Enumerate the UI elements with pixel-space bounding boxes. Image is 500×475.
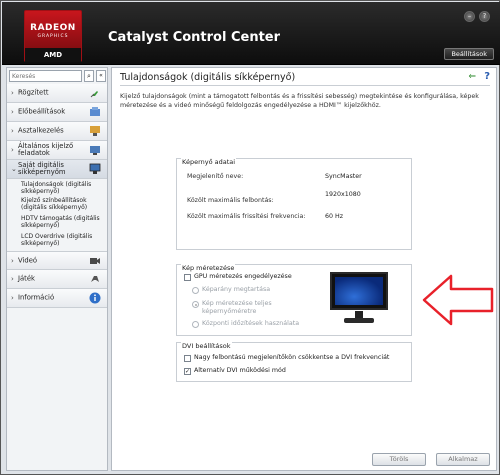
- keep-aspect-radio[interactable]: [192, 287, 199, 294]
- info-icon: [89, 292, 101, 304]
- page-title: Tulajdonságok (digitális síkképernyő): [120, 72, 296, 83]
- sub-item-properties[interactable]: Tulajdonságok (digitális síkképernyő): [21, 181, 105, 195]
- apply-button[interactable]: Alkalmaz: [436, 453, 490, 466]
- sidebar-item-flat-panel[interactable]: ⌄ Saját digitális síkképernyőm: [7, 160, 107, 179]
- logo-line2: GRAPHICS: [37, 34, 69, 39]
- alternate-dvi-label: Alternatív DVI működési mód: [194, 367, 286, 374]
- full-screen-radio[interactable]: [192, 301, 199, 308]
- help-icon[interactable]: ?: [484, 71, 490, 82]
- pin-icon: [90, 91, 98, 98]
- search-icon[interactable]: ⌕: [84, 70, 94, 82]
- app-header: RADEON GRAPHICS AMD Catalyst Control Cen…: [2, 2, 500, 65]
- display-name-label: Megjelenítő neve:: [187, 173, 244, 180]
- desktop-icon: [90, 126, 100, 136]
- app-title: Catalyst Control Center: [108, 30, 281, 45]
- search-bar: ⌕ «: [9, 70, 106, 82]
- sub-item-color[interactable]: Kijelző színbeállítások (digitális síkké…: [21, 197, 105, 211]
- sub-item-lcd-overdrive[interactable]: LCD Overdrive (digitális síkképernyő): [21, 233, 105, 247]
- sidebar-item-label: Videó: [18, 256, 38, 264]
- chevron-right-icon: ›: [11, 146, 14, 154]
- logo-line3: AMD: [25, 48, 81, 62]
- collapse-sidebar-icon[interactable]: «: [96, 70, 106, 82]
- sidebar-item-desktop[interactable]: › Asztalkezelés: [7, 122, 107, 141]
- pin-icon[interactable]: ⇐: [468, 72, 476, 82]
- flat-panel-icon: [89, 163, 101, 174]
- max-refresh-value: 60 Hz: [325, 213, 344, 220]
- max-resolution-value: 1920x1080: [325, 191, 361, 198]
- gpu-scaling-label: GPU méretezés engedélyezése: [194, 273, 292, 280]
- chevron-right-icon: ›: [11, 294, 14, 302]
- display-name-value: SyncMaster: [325, 173, 362, 180]
- chevron-right-icon: ›: [11, 256, 14, 265]
- radeon-logo: RADEON GRAPHICS AMD: [24, 10, 82, 62]
- gaming-icon: [91, 276, 99, 282]
- gpu-scaling-checkbox[interactable]: [184, 274, 191, 281]
- center-timing-radio[interactable]: [192, 321, 199, 328]
- sidebar-item-pinned[interactable]: › Rögzített: [7, 84, 107, 103]
- sidebar-item-info[interactable]: › Információ: [7, 289, 107, 308]
- sidebar: ⌕ « › Rögzített › Előbeállítások › Aszta…: [6, 67, 108, 471]
- group-title: Képernyő adatai: [181, 158, 237, 166]
- video-icon: [90, 257, 100, 264]
- search-input[interactable]: [9, 70, 82, 82]
- minimize-button[interactable]: –: [464, 11, 475, 22]
- sidebar-item-label: Információ: [18, 293, 55, 302]
- full-screen-label: Kép méretezése teljes képernyőméretre: [202, 300, 272, 315]
- presets-icon: [90, 107, 100, 116]
- main-panel: Tulajdonságok (digitális síkképernyő) ⇐ …: [111, 67, 497, 471]
- max-resolution-label: Közölt maximális felbontás:: [187, 197, 274, 204]
- discard-button[interactable]: Töröls: [372, 453, 426, 466]
- reduce-dvi-label: Nagy felbontású megjelenítőkön csökkents…: [194, 354, 390, 361]
- monitor-illustration: [328, 272, 390, 328]
- page-description: Kijelző tulajdonságok (mint a támogatott…: [120, 93, 479, 109]
- group-title: DVI beállítások: [181, 342, 232, 350]
- sidebar-item-label: Asztalkezelés: [18, 126, 64, 135]
- settings-button[interactable]: Beállítások: [444, 48, 494, 60]
- sub-item-hdtv[interactable]: HDTV támogatás (digitális síkképernyő): [21, 215, 105, 229]
- center-timing-label: Központi időzítések használata: [202, 320, 300, 327]
- group-title: Kép méretezése: [181, 264, 236, 272]
- reduce-dvi-checkbox[interactable]: [184, 355, 191, 362]
- catalyst-window: RADEON GRAPHICS AMD Catalyst Control Cen…: [0, 0, 500, 475]
- sidebar-item-label: Rögzített: [18, 88, 49, 97]
- dvi-group: DVI beállítások: [176, 342, 412, 382]
- title-divider: [120, 85, 490, 86]
- sidebar-item-label: Játék: [18, 274, 35, 283]
- sidebar-item-display-tasks[interactable]: › Általános kijelző feladatok: [7, 141, 107, 160]
- max-refresh-label: Közölt maximális frissítési frekvencia:: [187, 213, 306, 220]
- keep-aspect-label: Képarány megtartása: [202, 286, 271, 293]
- chevron-right-icon: ›: [11, 108, 14, 116]
- chevron-right-icon: ›: [11, 127, 14, 135]
- chevron-right-icon: ›: [11, 89, 14, 97]
- sidebar-item-label: Előbeállítások: [18, 107, 66, 116]
- red-arrow-annotation: [422, 274, 494, 326]
- chevron-right-icon: ›: [11, 275, 14, 283]
- sidebar-item-video[interactable]: › Videó: [7, 251, 107, 270]
- display-data-group: Képernyő adatai Megjelenítő neve: SyncMa…: [176, 158, 412, 250]
- logo-line1: RADEON: [30, 23, 76, 33]
- help-button[interactable]: ?: [479, 11, 490, 22]
- sidebar-item-presets[interactable]: › Előbeállítások: [7, 103, 107, 122]
- alternate-dvi-checkbox[interactable]: ✓: [184, 368, 191, 375]
- display-tasks-icon: [90, 146, 100, 155]
- sidebar-item-gaming[interactable]: › Játék: [7, 270, 107, 289]
- chevron-down-icon: ⌄: [11, 165, 17, 173]
